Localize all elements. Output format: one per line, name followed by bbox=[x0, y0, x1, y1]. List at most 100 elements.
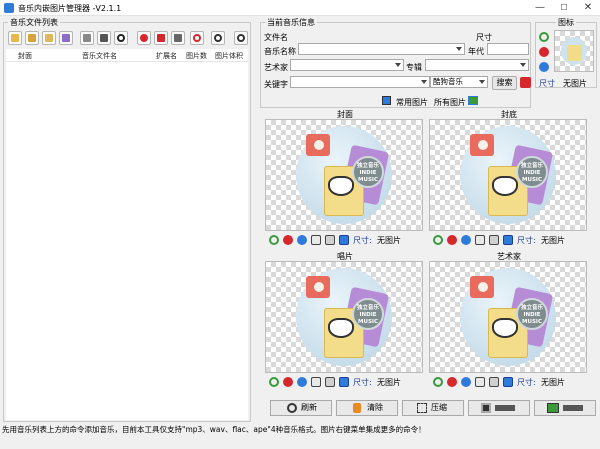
minimize-button[interactable]: — bbox=[528, 1, 552, 15]
close-button[interactable]: ✕ bbox=[576, 1, 600, 15]
add-file-button[interactable] bbox=[8, 31, 22, 45]
remove-image-button[interactable] bbox=[190, 31, 204, 45]
badge-line1: INDIE bbox=[359, 170, 377, 176]
badge-line1: INDIE bbox=[523, 312, 541, 318]
clear-label: 清除 bbox=[367, 403, 383, 412]
image-button[interactable] bbox=[154, 31, 168, 45]
sync-icon[interactable] bbox=[461, 235, 471, 245]
album-field[interactable] bbox=[425, 59, 529, 71]
col-cover[interactable]: 封面 bbox=[18, 51, 32, 61]
search-button[interactable]: 搜索 bbox=[492, 76, 517, 90]
image-panel-disc: 唱片 独立音乐 INDIE MUSIC 尺寸: 无图片 bbox=[265, 251, 425, 389]
icon-delete-icon[interactable] bbox=[539, 47, 549, 57]
sync-icon[interactable] bbox=[297, 377, 307, 387]
copy-icon[interactable] bbox=[311, 377, 321, 387]
delete-icon[interactable] bbox=[283, 377, 293, 387]
save-all-button[interactable] bbox=[468, 400, 530, 416]
settings-button[interactable] bbox=[211, 31, 225, 45]
delete-button[interactable] bbox=[80, 31, 94, 45]
add-folder-icon bbox=[28, 34, 36, 42]
export-text-graphic bbox=[563, 405, 583, 411]
refresh-button[interactable]: 刷新 bbox=[270, 400, 332, 416]
panel-image-cover[interactable]: 独立音乐 INDIE MUSIC bbox=[265, 119, 423, 231]
crop-icon[interactable] bbox=[339, 377, 349, 387]
col-filename[interactable]: 音乐文件名 bbox=[82, 51, 117, 61]
delete-icon[interactable] bbox=[283, 235, 293, 245]
image-panel-back-cover: 封底 独立音乐 INDIE MUSIC 尺寸: 无图片 bbox=[429, 109, 589, 247]
list-header: 封面 音乐文件名 扩展名 图片数 图片体积 bbox=[6, 49, 248, 62]
music-list[interactable] bbox=[6, 62, 248, 420]
all-images-icon bbox=[468, 96, 478, 105]
preview-button[interactable] bbox=[234, 31, 248, 45]
col-image-size[interactable]: 图片体积 bbox=[215, 51, 243, 61]
copy-icon[interactable] bbox=[475, 377, 485, 387]
photo-sun-icon bbox=[478, 140, 488, 150]
icon-refresh-icon[interactable] bbox=[539, 62, 549, 72]
refresh-list-button[interactable] bbox=[114, 31, 128, 45]
export-button[interactable] bbox=[534, 400, 596, 416]
reload-icon[interactable] bbox=[433, 235, 443, 245]
paste-icon[interactable] bbox=[489, 377, 499, 387]
compress-button[interactable]: 压缩 bbox=[402, 400, 464, 416]
maximize-button[interactable]: ☐ bbox=[552, 1, 576, 15]
reload-icon[interactable] bbox=[269, 377, 279, 387]
badge-top-text: 独立音乐 bbox=[520, 163, 543, 169]
add-folder-button[interactable] bbox=[25, 31, 39, 45]
grid-button[interactable] bbox=[171, 31, 185, 45]
col-ext[interactable]: 扩展名 bbox=[156, 51, 177, 61]
badge-line1: INDIE bbox=[523, 170, 541, 176]
list-button[interactable] bbox=[59, 31, 73, 45]
size-value: 无图片 bbox=[541, 236, 565, 245]
common-images-tab[interactable]: 常用图片 bbox=[396, 97, 428, 108]
reload-icon[interactable] bbox=[269, 235, 279, 245]
paste-icon[interactable] bbox=[489, 235, 499, 245]
year-field[interactable] bbox=[487, 43, 529, 55]
save-icon bbox=[481, 403, 491, 413]
keyword-label: 关键字 bbox=[264, 80, 288, 89]
crop-icon[interactable] bbox=[503, 235, 513, 245]
keyword-field[interactable] bbox=[290, 76, 430, 88]
all-images-tab[interactable]: 所有图片 bbox=[434, 97, 466, 108]
image-panel-cover: 封面 独立音乐 INDIE MUSIC 尺寸: 无图片 bbox=[265, 109, 425, 247]
col-image-count[interactable]: 图片数 bbox=[186, 51, 207, 61]
grid-icon bbox=[174, 34, 182, 42]
photo-sun-icon bbox=[314, 282, 324, 292]
indie-music-badge: 独立音乐 INDIE MUSIC bbox=[516, 156, 548, 188]
gear-icon bbox=[214, 34, 222, 42]
year-label: 年代 bbox=[468, 47, 484, 56]
copy-icon[interactable] bbox=[475, 235, 485, 245]
reload-icon[interactable] bbox=[433, 377, 443, 387]
crop-icon[interactable] bbox=[503, 377, 513, 387]
sort-button[interactable] bbox=[97, 31, 111, 45]
icon-preview[interactable] bbox=[554, 30, 594, 72]
music-name-field[interactable] bbox=[298, 43, 465, 55]
panel-image-artist[interactable]: 独立音乐 INDIE MUSIC bbox=[429, 261, 587, 373]
artist-field[interactable] bbox=[290, 59, 404, 71]
search-clear-icon[interactable] bbox=[520, 77, 531, 88]
paste-icon[interactable] bbox=[325, 235, 335, 245]
record-button[interactable] bbox=[137, 31, 151, 45]
eye-icon bbox=[237, 34, 245, 42]
search-engine-select[interactable]: 酷狗音乐 bbox=[430, 76, 488, 88]
delete-icon[interactable] bbox=[447, 377, 457, 387]
refresh-icon bbox=[117, 34, 125, 42]
clear-button[interactable]: 清除 bbox=[336, 400, 398, 416]
badge-top-text: 独立音乐 bbox=[520, 305, 543, 311]
icon-size-label: 尺寸 bbox=[539, 79, 555, 88]
crop-icon[interactable] bbox=[339, 235, 349, 245]
icon-reload-icon[interactable] bbox=[539, 32, 549, 42]
status-text: 先用音乐列表上方的命令添加音乐，目前本工具仅支持"mp3、wav、flac、ap… bbox=[2, 425, 426, 434]
cow-face-icon bbox=[328, 318, 354, 338]
sync-icon[interactable] bbox=[461, 377, 471, 387]
panel-image-back-cover[interactable]: 独立音乐 INDIE MUSIC bbox=[429, 119, 587, 231]
panel-image-disc[interactable]: 独立音乐 INDIE MUSIC bbox=[265, 261, 423, 373]
badge-top-text: 独立音乐 bbox=[356, 163, 379, 169]
import-button[interactable] bbox=[42, 31, 56, 45]
delete-icon[interactable] bbox=[447, 235, 457, 245]
sync-icon[interactable] bbox=[297, 235, 307, 245]
paste-icon[interactable] bbox=[325, 377, 335, 387]
copy-icon[interactable] bbox=[311, 235, 321, 245]
filename-label: 文件名 bbox=[264, 33, 288, 42]
music-info-title: 当前音乐信息 bbox=[265, 17, 317, 28]
cow-face-icon bbox=[328, 176, 354, 196]
